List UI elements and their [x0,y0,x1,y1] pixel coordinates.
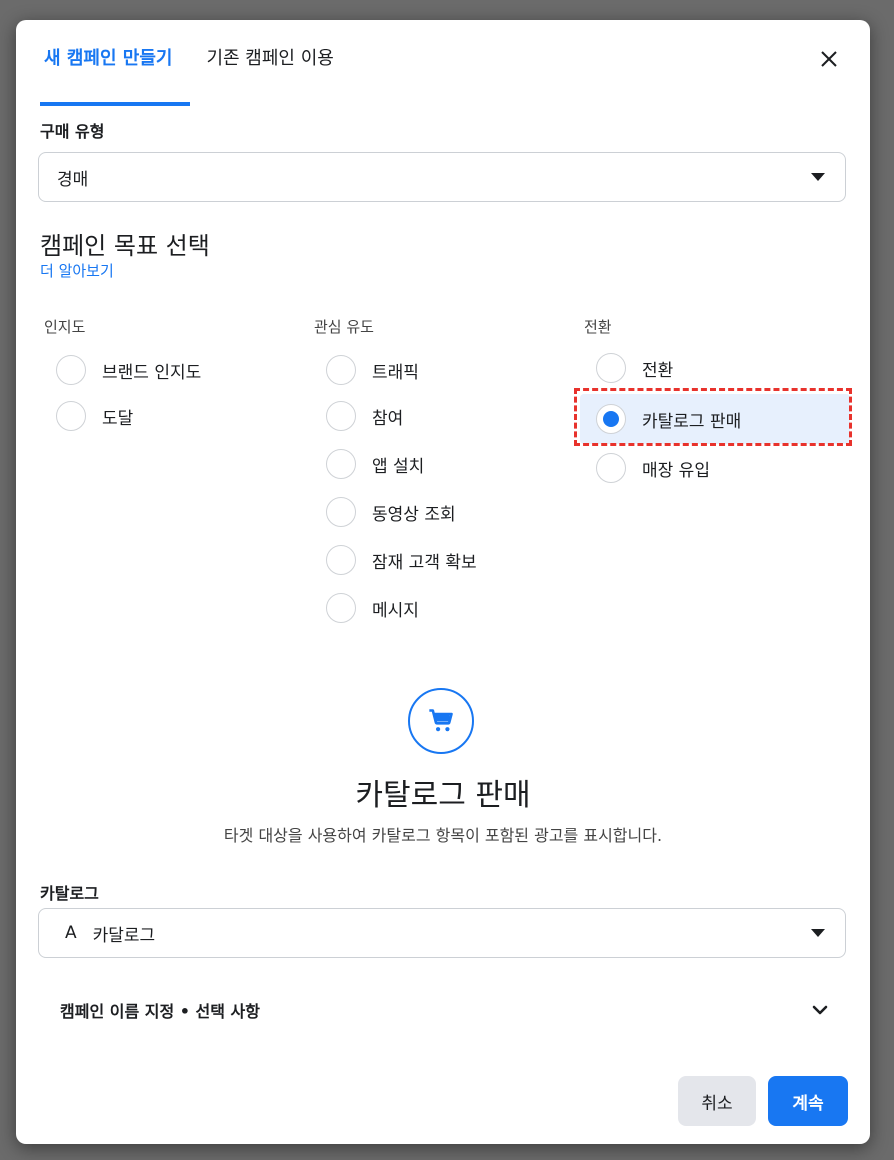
radio-button[interactable] [56,355,86,385]
campaign-naming-label: 캠페인 이름 지정 • 선택 사항 [60,1002,260,1021]
radio-button[interactable] [596,453,626,483]
option-store-traffic[interactable]: 매장 유입 [596,450,710,486]
option-conversions[interactable]: 전환 [596,350,673,386]
objective-detail-description: 타겟 대상을 사용하여 카탈로그 항목이 포함된 광고를 표시합니다. [223,826,663,845]
catalog-prefix-icon: A [65,923,77,943]
objective-icon-circle [408,688,474,754]
tab-new-campaign[interactable]: 새 캠페인 만들기 [40,40,191,106]
option-label: 브랜드 인지도 [102,362,202,383]
continue-button[interactable]: 계속 [768,1076,848,1126]
option-label: 트래픽 [372,362,419,383]
create-campaign-dialog: 새 캠페인 만들기 기존 캠페인 이용 구매 유형 경매 캠페인 목표 선택 더… [16,20,870,1144]
option-label: 전환 [642,360,674,381]
close-button[interactable] [814,44,844,74]
caret-down-icon [811,929,825,937]
option-brand-awareness[interactable]: 브랜드 인지도 [56,352,201,388]
option-label: 동영상 조회 [372,504,456,525]
learn-more-link[interactable]: 더 알아보기 [40,260,114,281]
option-label: 메시지 [372,600,419,621]
tab-existing-campaign[interactable]: 기존 캠페인 이용 [206,40,333,102]
caret-down-icon [811,173,825,181]
option-label: 잠재 고객 확보 [372,552,477,573]
objective-detail-title: 카탈로그 판매 [355,778,531,813]
objective-title: 캠페인 목표 선택 [40,232,210,260]
radio-button[interactable] [326,497,356,527]
radio-button[interactable] [326,593,356,623]
option-reach[interactable]: 도달 [56,398,133,434]
option-engagement[interactable]: 참여 [326,398,403,434]
radio-button[interactable] [596,353,626,383]
chevron-down-icon [812,1005,828,1015]
buying-type-select[interactable]: 경매 [38,152,846,202]
option-app-installs[interactable]: 앱 설치 [326,446,424,482]
option-label: 도달 [102,408,134,429]
option-video-views[interactable]: 동영상 조회 [326,494,456,530]
radio-button[interactable] [326,449,356,479]
buying-type-label: 구매 유형 [40,122,105,141]
option-label: 매장 유입 [642,460,710,481]
catalog-label: 카탈로그 [40,884,99,903]
option-traffic[interactable]: 트래픽 [326,352,419,388]
cancel-button[interactable]: 취소 [678,1076,756,1126]
radio-button[interactable] [326,545,356,575]
radio-button[interactable] [326,355,356,385]
option-label: 참여 [372,408,404,429]
radio-button[interactable] [326,401,356,431]
tab-bar: 새 캠페인 만들기 기존 캠페인 이용 [40,40,350,106]
column-heading-awareness: 인지도 [44,318,86,336]
close-icon [821,51,837,67]
column-heading-consideration: 관심 유도 [314,318,374,336]
option-messages[interactable]: 메시지 [326,590,419,626]
radio-button[interactable] [56,401,86,431]
annotation-dashed-box [574,388,852,446]
column-heading-conversion: 전환 [584,318,612,336]
option-label: 앱 설치 [372,456,425,477]
catalog-select[interactable]: A 카달로그 [38,908,846,958]
catalog-value: 카달로그 [92,925,156,946]
campaign-naming-expander[interactable]: 캠페인 이름 지정 • 선택 사항 [60,992,830,1028]
option-lead-generation[interactable]: 잠재 고객 확보 [326,542,477,578]
buying-type-value: 경매 [57,169,89,190]
shopping-cart-icon [429,709,453,732]
